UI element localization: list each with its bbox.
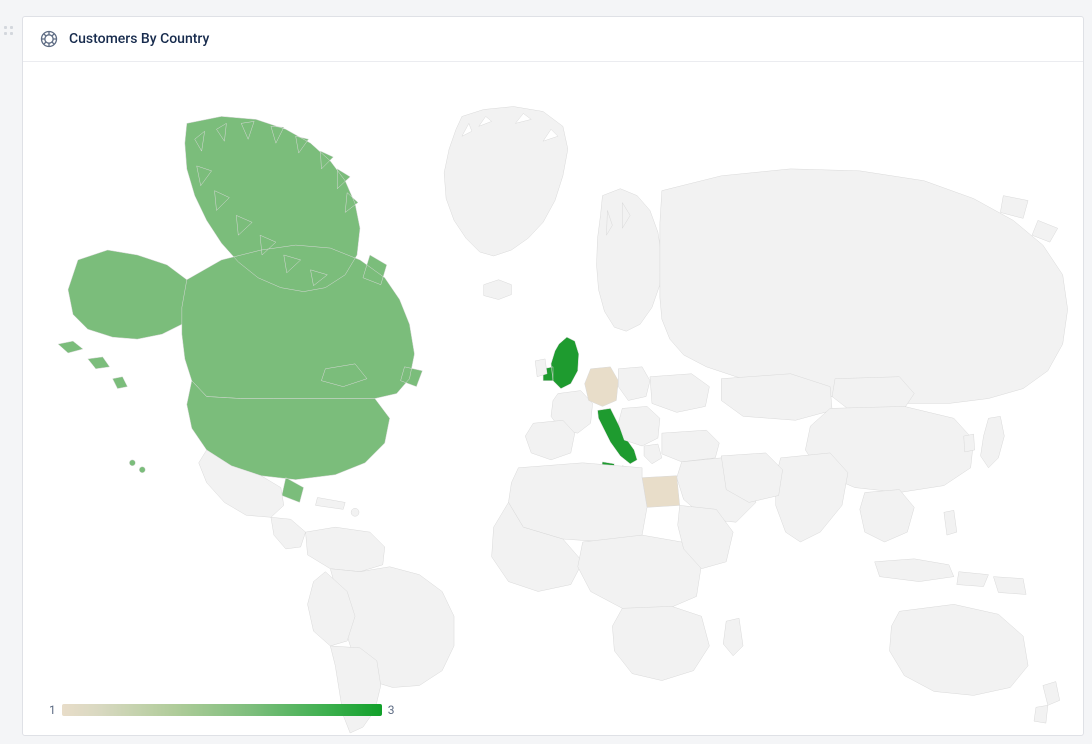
- country-canada[interactable]: [182, 116, 422, 398]
- country-ireland[interactable]: [535, 359, 547, 377]
- country-scandinavia[interactable]: [597, 189, 662, 332]
- country-korea[interactable]: [964, 434, 975, 452]
- country-australia[interactable]: [890, 604, 1029, 695]
- country-greece[interactable]: [644, 444, 662, 464]
- country-mongolia[interactable]: [832, 377, 914, 411]
- country-russia[interactable]: [660, 169, 1068, 404]
- country-cuba[interactable]: [315, 497, 345, 509]
- legend-max: 3: [388, 703, 395, 717]
- country-us-hawaii[interactable]: [129, 460, 135, 466]
- datasource-icon: [39, 29, 59, 49]
- country-greenland[interactable]: [444, 107, 568, 256]
- country-seasia[interactable]: [860, 490, 914, 542]
- drag-handle[interactable]: [4, 26, 14, 36]
- country-germany[interactable]: [585, 367, 619, 407]
- country-png[interactable]: [993, 577, 1026, 595]
- country-argentina-chile[interactable]: [330, 646, 380, 733]
- country-iberia[interactable]: [525, 420, 574, 460]
- country-uk[interactable]: [543, 337, 579, 388]
- card-title: Customers By Country: [69, 31, 209, 47]
- card-header: Customers By Country: [23, 17, 1083, 62]
- country-central-america[interactable]: [271, 517, 306, 549]
- country-egypt[interactable]: [642, 476, 680, 508]
- country-iceland[interactable]: [484, 280, 512, 300]
- legend-gradient-bar: [62, 704, 382, 716]
- country-us-alaska[interactable]: [58, 250, 192, 389]
- legend-min: 1: [49, 703, 56, 717]
- country-balkans[interactable]: [618, 406, 660, 446]
- country-new-zealand[interactable]: [1034, 682, 1060, 724]
- map-card: Customers By Country: [22, 16, 1084, 736]
- card-body: 1 3: [23, 62, 1083, 735]
- country-ukraine[interactable]: [650, 374, 709, 413]
- country-hispaniola[interactable]: [351, 508, 359, 516]
- world-map[interactable]: [23, 62, 1083, 735]
- country-indonesia[interactable]: [875, 559, 989, 587]
- country-turkey[interactable]: [662, 430, 719, 462]
- country-us-hawaii-2[interactable]: [139, 467, 145, 473]
- country-madagascar[interactable]: [723, 618, 743, 656]
- country-poland[interactable]: [618, 367, 650, 401]
- country-philippines[interactable]: [944, 510, 957, 535]
- country-japan[interactable]: [981, 416, 1005, 467]
- country-southern-africa[interactable]: [612, 606, 709, 680]
- country-colombia-venezuela[interactable]: [306, 527, 385, 572]
- color-legend: 1 3: [49, 703, 395, 717]
- country-india[interactable]: [776, 453, 848, 542]
